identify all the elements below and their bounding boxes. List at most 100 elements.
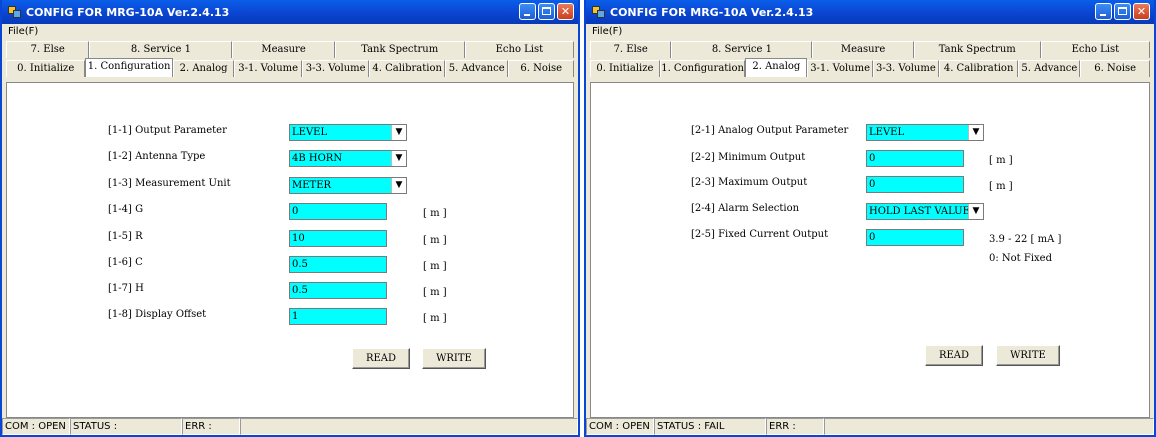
window-title: CONFIG FOR MRG-10A Ver.2.4.13 bbox=[26, 5, 230, 19]
tab-noise[interactable]: 6. Noise bbox=[1080, 60, 1150, 77]
title-bar[interactable]: CONFIG FOR MRG-10A Ver.2.4.13 ✕ bbox=[586, 0, 1154, 24]
measurement-unit-select[interactable]: METER ▼ bbox=[289, 177, 407, 194]
minimize-button[interactable] bbox=[1095, 3, 1112, 20]
tab-configuration[interactable]: 1. Configuration bbox=[85, 58, 173, 77]
output-parameter-select[interactable]: LEVEL ▼ bbox=[289, 124, 407, 141]
minimum-output-input[interactable]: 0 bbox=[866, 150, 964, 167]
tab-advance[interactable]: 5. Advance bbox=[1018, 60, 1081, 77]
fixed-current-output-input[interactable]: 0 bbox=[866, 229, 964, 246]
close-button[interactable]: ✕ bbox=[557, 3, 574, 20]
maximize-icon bbox=[542, 7, 551, 15]
display-offset-label: [1-8] Display Offset bbox=[108, 309, 207, 320]
read-button[interactable]: READ bbox=[925, 345, 983, 366]
tab-calibration[interactable]: 4. Calibration bbox=[369, 60, 445, 77]
h-unit: [ m ] bbox=[423, 287, 447, 298]
configuration-panel: [1-1] Output Parameter LEVEL ▼ [1-2] Ant… bbox=[6, 82, 574, 418]
fixed-current-output-label: [2-5] Fixed Current Output bbox=[691, 229, 829, 240]
analog-output-parameter-select[interactable]: LEVEL ▼ bbox=[866, 124, 984, 141]
antenna-type-value: 4B HORN bbox=[292, 153, 343, 164]
tab-volume-3-1[interactable]: 3-1. Volume bbox=[807, 60, 873, 77]
tab-measure[interactable]: Measure bbox=[812, 41, 914, 58]
config-window-right: CONFIG FOR MRG-10A Ver.2.4.13 ✕ File(F) … bbox=[584, 0, 1156, 437]
write-button[interactable]: WRITE bbox=[422, 348, 486, 369]
tab-analog[interactable]: 2. Analog bbox=[172, 60, 235, 77]
tab-advance[interactable]: 5. Advance bbox=[444, 60, 509, 77]
status-extra bbox=[240, 418, 578, 435]
measurement-unit-value: METER bbox=[292, 180, 332, 191]
tab-tank-spectrum[interactable]: Tank Spectrum bbox=[913, 41, 1041, 58]
r-label: [1-5] R bbox=[108, 231, 143, 242]
minimum-output-label: [2-2] Minimum Output bbox=[691, 152, 806, 163]
title-bar[interactable]: CONFIG FOR MRG-10A Ver.2.4.13 ✕ bbox=[2, 0, 578, 24]
status-extra bbox=[824, 418, 1154, 435]
maximum-output-input[interactable]: 0 bbox=[866, 176, 964, 193]
display-offset-input[interactable]: 1 bbox=[289, 308, 387, 325]
output-parameter-value: LEVEL bbox=[292, 127, 328, 138]
close-icon: ✕ bbox=[560, 5, 571, 18]
close-icon: ✕ bbox=[1136, 5, 1147, 18]
c-unit: [ m ] bbox=[423, 261, 447, 272]
tab-analog[interactable]: 2. Analog bbox=[745, 58, 808, 77]
minimize-icon bbox=[524, 14, 530, 16]
error-status: ERR : bbox=[766, 418, 824, 435]
window-title: CONFIG FOR MRG-10A Ver.2.4.13 bbox=[610, 5, 814, 19]
com-status: COM : OPEN bbox=[586, 418, 654, 435]
dropdown-arrow-icon[interactable]: ▼ bbox=[391, 151, 406, 166]
tab-volume-3-3[interactable]: 3-3. Volume bbox=[301, 60, 370, 77]
tab-else[interactable]: 7. Else bbox=[6, 41, 90, 58]
tab-else[interactable]: 7. Else bbox=[590, 41, 672, 58]
analog-output-parameter-label: [2-1] Analog Output Parameter bbox=[691, 125, 849, 136]
tab-strip: 7. Else 8. Service 1 Measure Tank Spectr… bbox=[6, 40, 574, 82]
dropdown-arrow-icon[interactable]: ▼ bbox=[968, 204, 983, 219]
write-button[interactable]: WRITE bbox=[996, 345, 1060, 366]
maximum-output-label: [2-3] Maximum Output bbox=[691, 177, 808, 188]
output-parameter-label: [1-1] Output Parameter bbox=[108, 125, 227, 136]
read-button[interactable]: READ bbox=[352, 348, 410, 369]
tab-volume-3-3[interactable]: 3-3. Volume bbox=[872, 60, 939, 77]
tab-noise[interactable]: 6. Noise bbox=[508, 60, 574, 77]
tab-measure[interactable]: Measure bbox=[232, 41, 335, 58]
tab-service-1[interactable]: 8. Service 1 bbox=[89, 41, 233, 58]
minimize-icon bbox=[1100, 14, 1106, 16]
close-button[interactable]: ✕ bbox=[1133, 3, 1150, 20]
tab-echo-list[interactable]: Echo List bbox=[464, 41, 574, 58]
dropdown-arrow-icon[interactable]: ▼ bbox=[391, 125, 406, 140]
tab-echo-list[interactable]: Echo List bbox=[1040, 41, 1150, 58]
c-label: [1-6] C bbox=[108, 257, 143, 268]
tab-volume-3-1[interactable]: 3-1. Volume bbox=[234, 60, 302, 77]
antenna-type-select[interactable]: 4B HORN ▼ bbox=[289, 150, 407, 167]
menu-file[interactable]: File(F) bbox=[592, 26, 622, 37]
tab-tank-spectrum[interactable]: Tank Spectrum bbox=[334, 41, 465, 58]
status-bar: COM : OPEN STATUS : FAIL ERR : bbox=[586, 418, 1154, 435]
h-input[interactable]: 0.5 bbox=[289, 282, 387, 299]
analog-output-parameter-value: LEVEL bbox=[869, 127, 905, 138]
tab-configuration[interactable]: 1. Configuration bbox=[659, 60, 746, 77]
maximum-output-unit: [ m ] bbox=[989, 181, 1013, 192]
maximize-button[interactable] bbox=[1114, 3, 1131, 20]
alarm-selection-select[interactable]: HOLD LAST VALUE ▼ bbox=[866, 203, 984, 220]
tab-initialize[interactable]: 0. Initialize bbox=[6, 60, 86, 77]
display-offset-unit: [ m ] bbox=[423, 313, 447, 324]
menu-bar: File(F) bbox=[2, 24, 578, 40]
r-input[interactable]: 10 bbox=[289, 230, 387, 247]
tab-service-1[interactable]: 8. Service 1 bbox=[671, 41, 813, 58]
h-label: [1-7] H bbox=[108, 283, 144, 294]
app-icon bbox=[8, 6, 21, 18]
g-unit: [ m ] bbox=[423, 208, 447, 219]
config-window-left: CONFIG FOR MRG-10A Ver.2.4.13 ✕ File(F) … bbox=[0, 0, 580, 437]
dropdown-arrow-icon[interactable]: ▼ bbox=[968, 125, 983, 140]
g-label: [1-4] G bbox=[108, 204, 144, 215]
maximize-button[interactable] bbox=[538, 3, 555, 20]
minimize-button[interactable] bbox=[519, 3, 536, 20]
r-unit: [ m ] bbox=[423, 235, 447, 246]
g-input[interactable]: 0 bbox=[289, 203, 387, 220]
c-input[interactable]: 0.5 bbox=[289, 256, 387, 273]
connection-status: STATUS : bbox=[70, 418, 182, 435]
menu-file[interactable]: File(F) bbox=[8, 26, 38, 37]
fixed-current-output-range: 3.9 - 22 [ mA ] bbox=[989, 234, 1062, 245]
tab-strip: 7. Else 8. Service 1 Measure Tank Spectr… bbox=[590, 40, 1150, 82]
tab-initialize[interactable]: 0. Initialize bbox=[590, 60, 660, 77]
tab-calibration[interactable]: 4. Calibration bbox=[938, 60, 1019, 77]
dropdown-arrow-icon[interactable]: ▼ bbox=[391, 178, 406, 193]
maximize-icon bbox=[1118, 7, 1127, 15]
